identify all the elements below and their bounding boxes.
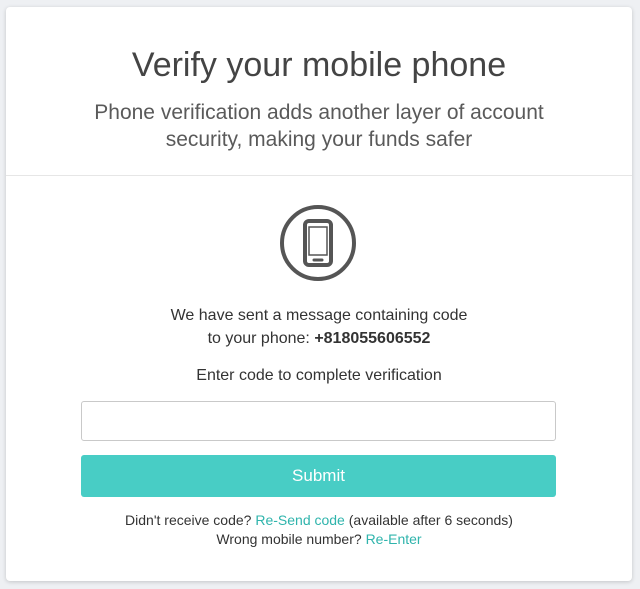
code-label: Enter code to complete verification [196, 367, 442, 384]
sent-message: We have sent a message containing code t… [6, 304, 632, 350]
sent-message-line1: We have sent a message containing code [170, 307, 468, 324]
reenter-line: Wrong mobile number? Re-Enter [6, 530, 632, 549]
phone-number: +818055606552 [314, 330, 431, 347]
resend-line: Didn't receive code? Re-Send code (avail… [6, 511, 632, 530]
sent-message-line2: to your phone: +818055606552 [6, 327, 632, 350]
footer-links: Didn't receive code? Re-Send code (avail… [6, 511, 632, 549]
mobile-phone-icon [280, 205, 356, 281]
page-subtitle: Phone verification adds another layer of… [94, 101, 544, 151]
submit-button[interactable]: Submit [81, 455, 556, 497]
verification-card: Verify your mobile phone Phone verificat… [6, 7, 632, 581]
sent-message-prefix: to your phone: [207, 330, 315, 347]
reenter-link[interactable]: Re-Enter [366, 531, 422, 547]
resend-prefix: Didn't receive code? [125, 512, 252, 528]
page-title: Verify your mobile phone [131, 46, 507, 84]
resend-code-link[interactable]: Re-Send code [255, 512, 345, 528]
verification-code-input[interactable] [81, 401, 556, 441]
wrong-number-prefix: Wrong mobile number? [216, 531, 362, 547]
resend-suffix: (available after 6 seconds) [348, 512, 513, 528]
card-header: Verify your mobile phone Phone verificat… [6, 7, 632, 176]
